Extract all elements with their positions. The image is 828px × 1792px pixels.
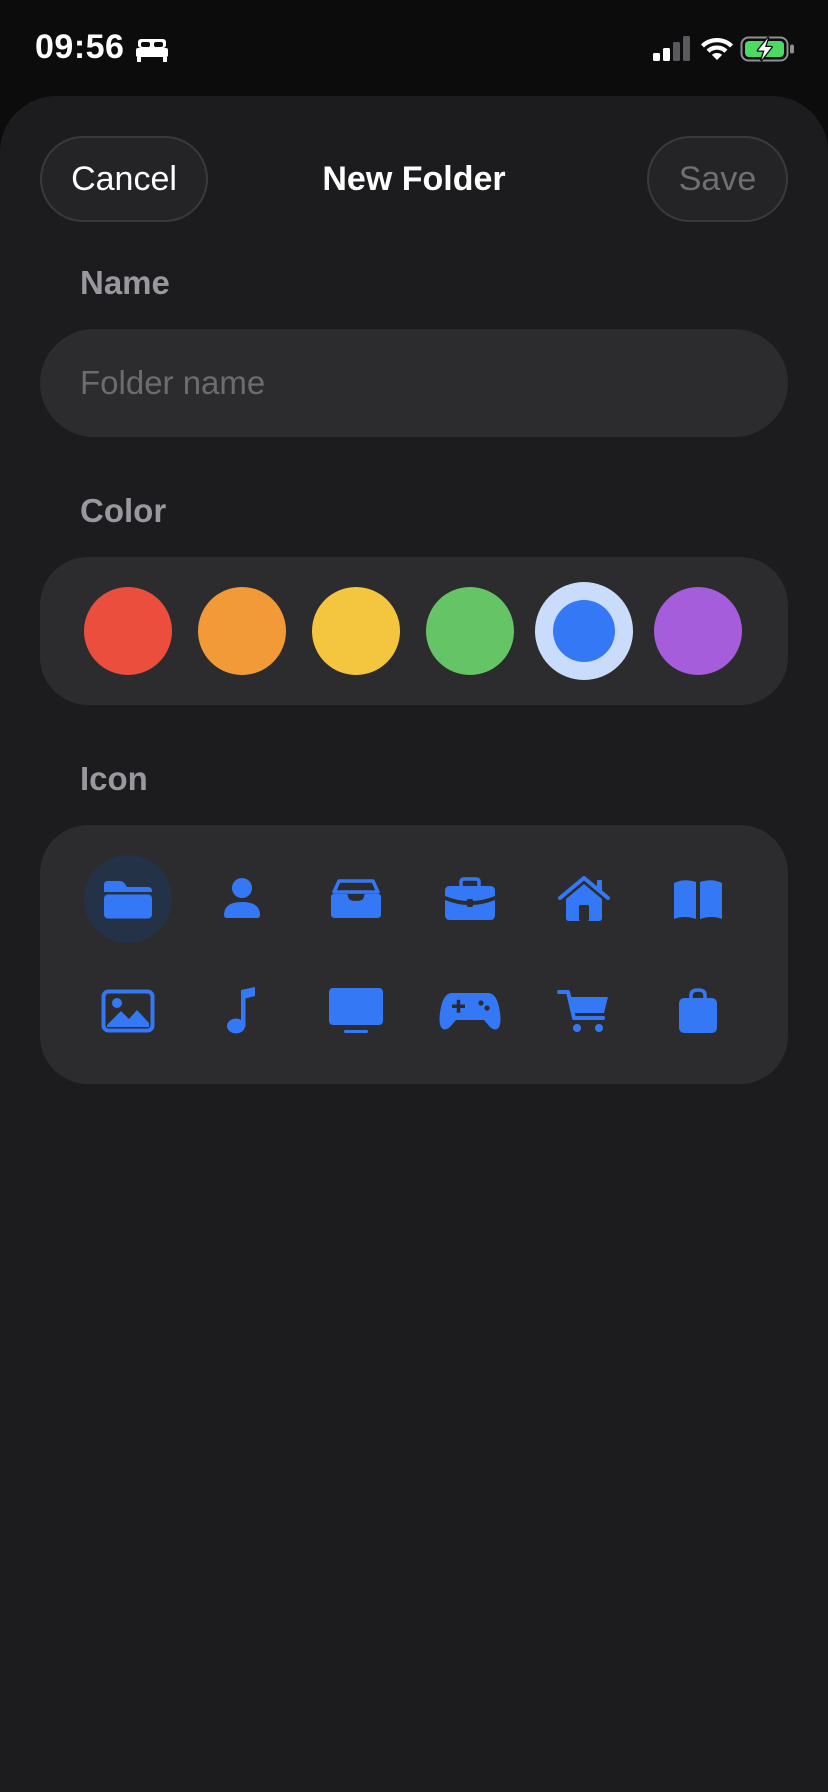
name-section-label: Name [80,264,170,301]
color-swatch-blue[interactable] [535,582,633,680]
color-swatch-red[interactable] [84,587,172,675]
tv-icon [329,988,383,1033]
icon-option-photo[interactable] [84,967,172,1055]
photo-icon [101,989,155,1033]
selected-swatch-core [553,600,615,662]
music-note-icon [227,987,255,1034]
book-icon [674,880,722,919]
nav-bar: Cancel New Folder Save [0,96,828,266]
icon-option-book[interactable] [654,855,742,943]
cancel-button[interactable]: Cancel [40,136,208,222]
status-time: 09:56 [35,28,125,66]
tray-icon [331,879,381,918]
icon-option-gamecontroller[interactable] [426,967,514,1055]
folder-name-input[interactable] [40,329,788,437]
battery-charging-icon [740,36,794,62]
icon-option-folder[interactable] [84,855,172,943]
wifi-icon [701,38,733,60]
briefcase-icon [445,877,495,920]
status-bar: 09:56 [0,0,828,96]
icon-option-cart[interactable] [540,967,628,1055]
color-swatch-purple[interactable] [654,587,742,675]
new-folder-sheet: Cancel New Folder Save Name Color Icon [0,96,828,1792]
save-button[interactable]: Save [647,136,788,222]
icon-section-label: Icon [80,760,148,797]
color-section-label: Color [80,492,167,529]
icon-option-person[interactable] [198,855,286,943]
icon-option-tray[interactable] [312,855,400,943]
icon-option-tv[interactable] [312,967,400,1055]
icon-option-music-note[interactable] [198,967,286,1055]
icon-picker [40,825,788,1084]
bed-icon [136,39,168,62]
cart-icon [557,990,608,1032]
icon-option-bag[interactable] [654,967,742,1055]
person-icon [224,878,260,918]
house-icon [558,876,610,921]
gamecontroller-icon [439,993,501,1030]
color-swatch-yellow[interactable] [312,587,400,675]
cellular-signal-icon [653,36,690,61]
icon-option-house[interactable] [540,855,628,943]
color-swatch-green[interactable] [426,587,514,675]
folder-icon [104,881,152,919]
icon-option-briefcase[interactable] [426,855,514,943]
color-picker [40,557,788,705]
color-swatch-orange[interactable] [198,587,286,675]
bag-icon [679,988,717,1033]
